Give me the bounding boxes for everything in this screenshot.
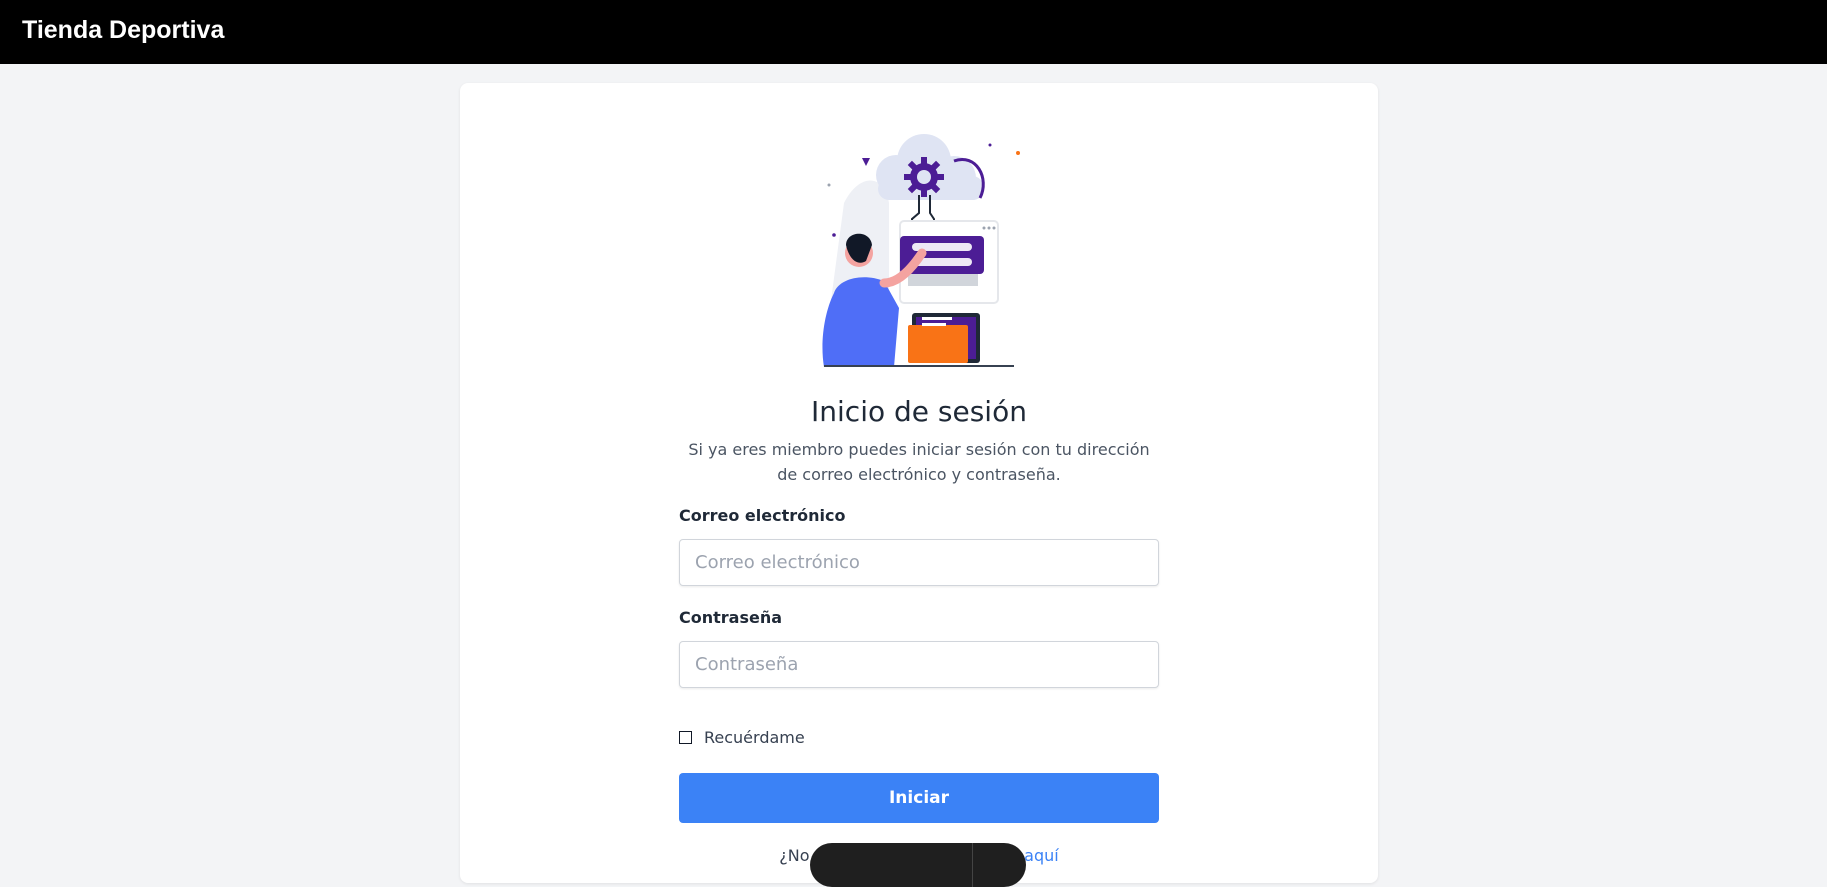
remember-checkbox[interactable] (679, 731, 692, 744)
remember-row: Recuérdame (679, 728, 805, 747)
toolbar-divider (972, 843, 973, 887)
login-card: Inicio de sesión Si ya eres miembro pued… (460, 83, 1378, 883)
password-field[interactable] (679, 641, 1159, 688)
email-label: Correo electrónico (679, 506, 846, 525)
email-field[interactable] (679, 539, 1159, 586)
password-label: Contraseña (679, 608, 783, 627)
login-subtitle: Si ya eres miembro puedes iniciar sesión… (688, 440, 1150, 484)
login-submit-button[interactable]: Iniciar (679, 773, 1159, 823)
remember-label[interactable]: Recuérdame (704, 728, 805, 747)
top-navbar: Tienda Deportiva (0, 0, 1827, 64)
brand-title[interactable]: Tienda Deportiva (22, 16, 224, 45)
floating-toolbar[interactable] (810, 843, 1026, 887)
login-illustration (822, 134, 1020, 367)
login-title: Inicio de sesión (811, 395, 1027, 428)
